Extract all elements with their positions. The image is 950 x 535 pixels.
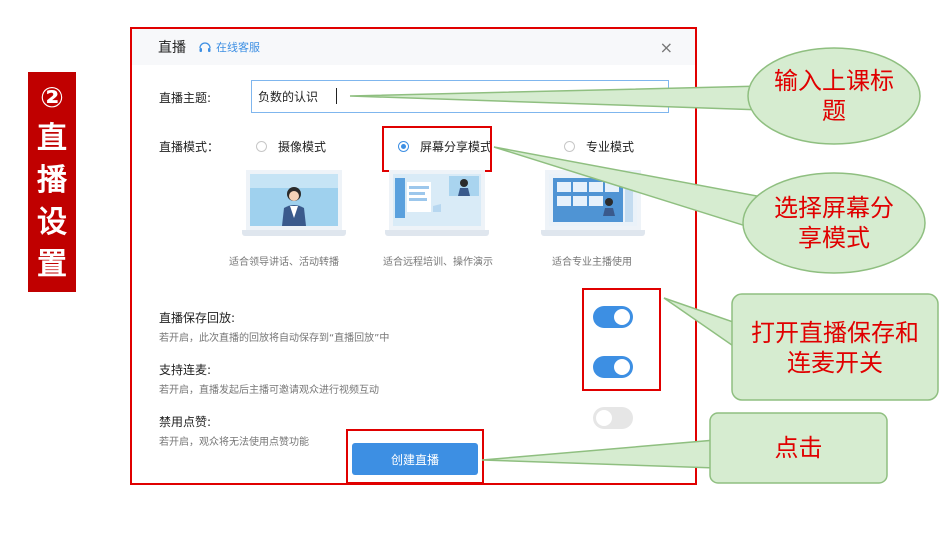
callout-text-toggles: 打开直播保存和连麦开关 — [751, 319, 919, 377]
callout-shape-click — [481, 439, 717, 469]
callout-shape-mode — [493, 146, 774, 233]
callout-text-mode: 选择屏幕分享模式 — [774, 194, 894, 252]
callout-shape-toggles — [663, 297, 740, 352]
callout-shape-title — [349, 85, 765, 111]
callout-text-title: 输入上课标题 — [774, 67, 894, 125]
callout-text-click: 点击 — [774, 434, 823, 462]
